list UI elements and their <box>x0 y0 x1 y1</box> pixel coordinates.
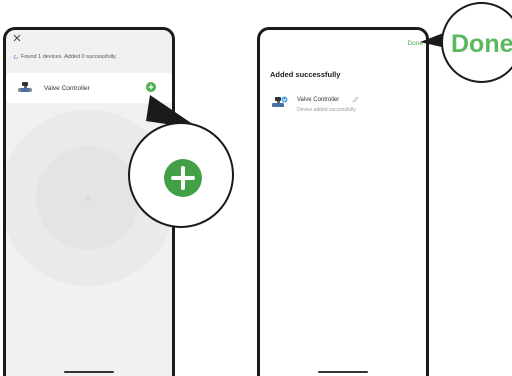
scan-status: Found 1 devices. Added 0 successfully. <box>13 54 117 60</box>
home-indicator <box>318 371 368 373</box>
page-title: Added successfully <box>270 70 341 79</box>
close-icon[interactable] <box>12 33 22 43</box>
home-indicator <box>64 371 114 373</box>
phone-screen-added: Done Added successfully Valve Controller… <box>257 27 429 376</box>
scan-status-text: Found 1 devices. Added 0 successfully. <box>21 54 117 60</box>
refresh-icon <box>13 54 19 60</box>
device-name: Valve Controller <box>297 97 340 103</box>
scan-center-dot <box>85 195 91 201</box>
done-zoom-label: Done <box>451 30 512 58</box>
valve-icon <box>18 82 32 92</box>
add-icon[interactable] <box>146 82 156 92</box>
zoom-callout-add <box>128 122 234 228</box>
zoom-callout-done: Done <box>441 2 512 83</box>
add-icon <box>164 159 202 197</box>
device-status: Device added successfully <box>297 107 356 113</box>
valve-icon <box>272 96 288 107</box>
check-badge-icon <box>281 96 288 103</box>
edit-icon[interactable] <box>352 96 359 103</box>
device-name: Valve Controller <box>44 85 90 92</box>
